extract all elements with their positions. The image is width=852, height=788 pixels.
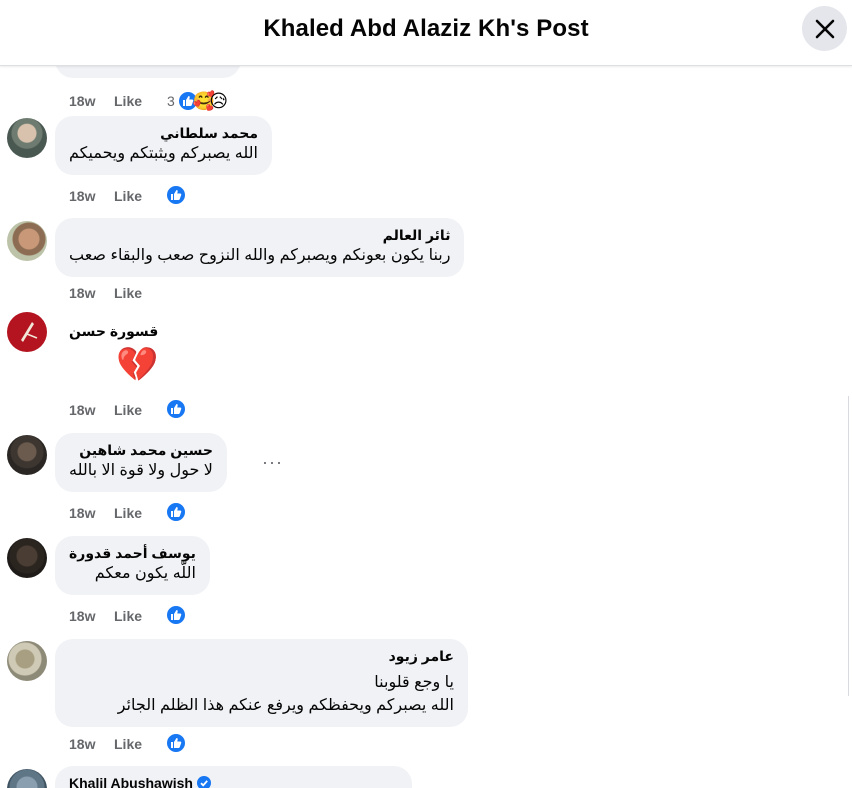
page-title: Khaled Abd Alaziz Kh's Post: [263, 15, 589, 42]
comment-actions: 18w Like: [69, 283, 142, 303]
comment-item: 18w Like 3 🥰 😥: [0, 66, 852, 114]
reactions-summary[interactable]: [165, 501, 187, 523]
comment-text: الله يصبركم ويثبتكم ويحميكم: [69, 145, 258, 162]
comment-author[interactable]: يوسف أحمد قدورة: [69, 544, 196, 562]
comment-time[interactable]: 18w: [69, 736, 114, 752]
comment-author[interactable]: محمد سلطاني: [69, 124, 258, 142]
like-button[interactable]: Like: [114, 285, 142, 301]
reactions-summary[interactable]: 3 🥰 😥: [167, 90, 228, 112]
comment-actions: 18w Like: [69, 734, 142, 754]
comment-bubble: Khalil Abushawish: [55, 766, 412, 788]
like-icon: [165, 501, 187, 523]
like-button[interactable]: Like: [114, 505, 142, 521]
like-button[interactable]: Like: [114, 93, 142, 109]
comment-author[interactable]: عامر زيود: [69, 647, 454, 665]
like-button[interactable]: Like: [114, 188, 142, 204]
post-header: Khaled Abd Alaziz Kh's Post: [0, 0, 852, 66]
comment-author[interactable]: ثائر العالم: [69, 226, 451, 244]
close-button[interactable]: [802, 6, 847, 51]
like-button[interactable]: Like: [114, 736, 142, 752]
like-button[interactable]: Like: [114, 402, 142, 418]
avatar-image: [21, 322, 38, 342]
avatar[interactable]: [7, 435, 47, 475]
comment-text-line: يا وجع قلوبنا: [374, 674, 454, 691]
avatar[interactable]: [7, 538, 47, 578]
verified-badge-icon: [196, 776, 211, 788]
comment-time[interactable]: 18w: [69, 402, 114, 418]
comment-time[interactable]: 18w: [69, 188, 114, 204]
comment-bubble: حسين محمد شاهين لا حول ولا قوة الا بالله: [55, 433, 227, 492]
comment-actions: 18w Like: [69, 186, 142, 206]
avatar[interactable]: [7, 769, 47, 788]
comment-bubble: يوسف أحمد قدورة اللّه يكون معكم: [55, 536, 210, 595]
avatar[interactable]: [7, 312, 47, 352]
comment-bubble: [55, 66, 241, 78]
comment-actions: 18w Like: [69, 400, 142, 420]
comment-text: اللّه يكون معكم: [94, 565, 196, 582]
comment-author[interactable]: حسين محمد شاهين: [69, 441, 213, 459]
close-icon: [815, 19, 834, 38]
comment-time[interactable]: 18w: [69, 608, 114, 624]
like-icon: [165, 732, 187, 754]
sad-emoji-icon: 😥: [209, 91, 228, 111]
comment-body: قسورة حسن 💔: [69, 322, 158, 388]
comments-list[interactable]: 18w Like 3 🥰 😥 محمد سلطاني الله يصبركم و…: [0, 66, 852, 788]
broken-heart-emoji: 💔: [116, 346, 159, 384]
more-options-button[interactable]: ···: [262, 452, 283, 473]
comment-author[interactable]: قسورة حسن: [69, 322, 158, 340]
reactions-summary[interactable]: [165, 184, 187, 206]
comment-text: لا حول ولا قوة الا بالله: [69, 462, 213, 479]
comment-actions: 18w Like: [69, 91, 142, 111]
like-button[interactable]: Like: [114, 608, 142, 624]
comment-bubble: محمد سلطاني الله يصبركم ويثبتكم ويحميكم: [55, 116, 272, 175]
avatar[interactable]: [7, 641, 47, 681]
reaction-count: 3: [167, 93, 175, 109]
reactions-summary[interactable]: [165, 398, 187, 420]
avatar[interactable]: [7, 118, 47, 158]
comment-bubble: ثائر العالم ربنا يكون بعونكم ويصبركم وال…: [55, 218, 465, 277]
reactions-summary[interactable]: [165, 732, 187, 754]
like-icon: [165, 604, 187, 626]
comment-text: ربنا يكون بعونكم ويصبركم والله النزوح صع…: [69, 247, 451, 264]
comment-bubble: عامر زيود يا وجع قلوبنا الله يصبركم ويحف…: [55, 639, 468, 727]
comment-time[interactable]: 18w: [69, 93, 114, 109]
avatar[interactable]: [7, 221, 47, 261]
comment-author[interactable]: Khalil Abushawish: [69, 775, 193, 788]
reactions-summary[interactable]: [165, 604, 187, 626]
like-icon: [165, 184, 187, 206]
comment-time[interactable]: 18w: [69, 285, 114, 301]
like-icon: [165, 398, 187, 420]
comment-actions: 18w Like: [69, 503, 142, 523]
scrollbar[interactable]: [848, 396, 851, 696]
comment-text-line: الله يصبركم ويحفظكم ويرفع عنكم هذا الظلم…: [117, 697, 454, 714]
comment-actions: 18w Like: [69, 606, 142, 626]
comment-time[interactable]: 18w: [69, 505, 114, 521]
